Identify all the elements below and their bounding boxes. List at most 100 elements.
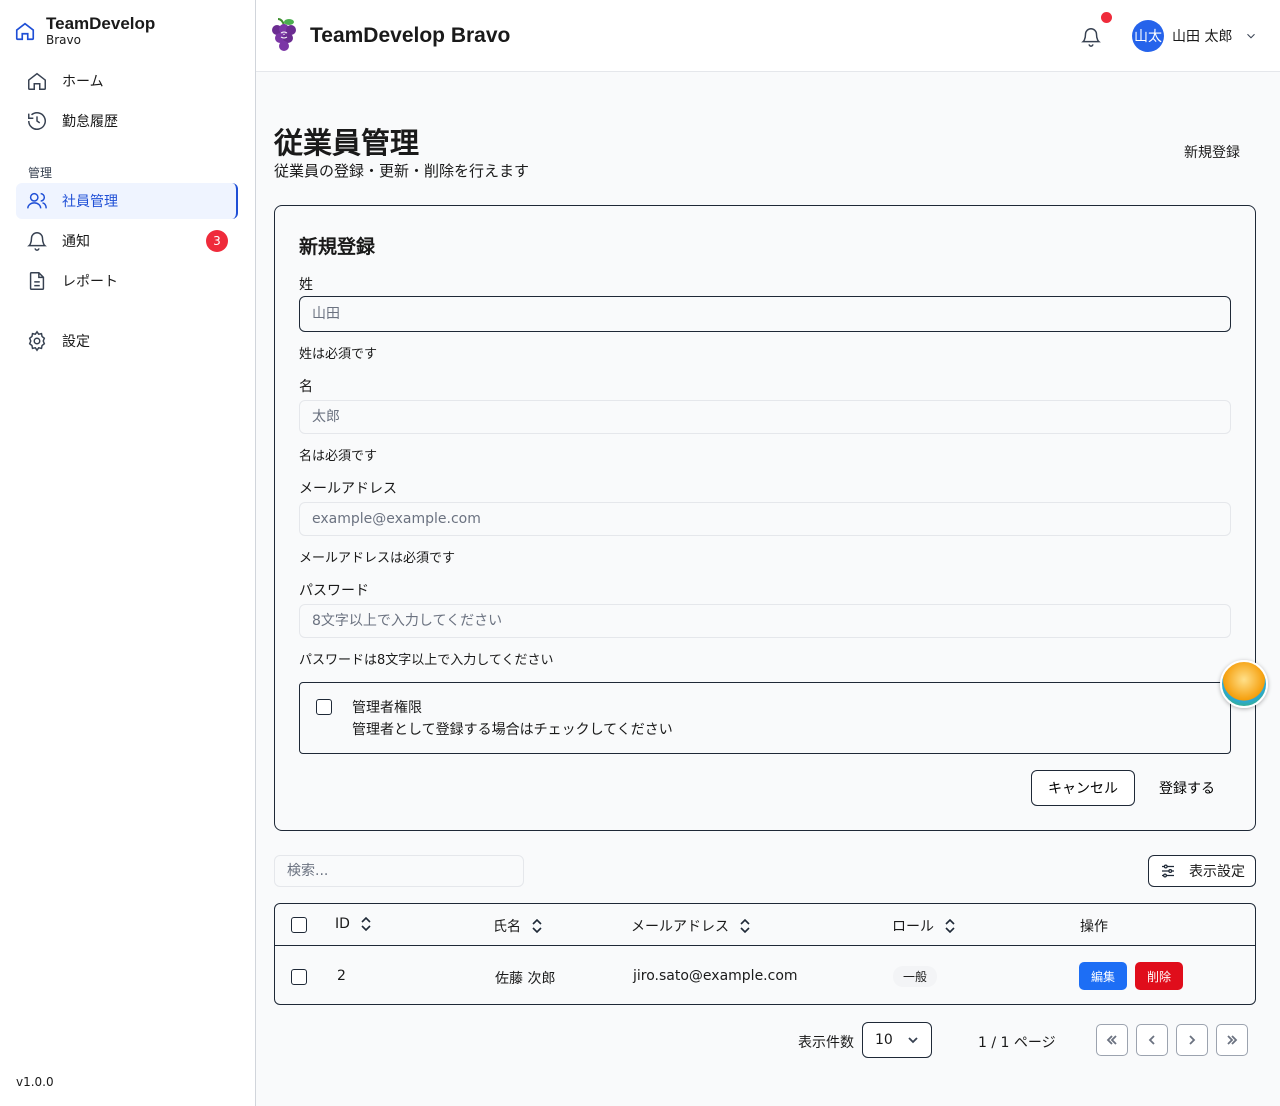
nav-section-label: 管理 xyxy=(28,166,53,180)
sort-icon xyxy=(532,919,542,933)
column-header-label: メールアドレス xyxy=(631,919,729,935)
home-icon xyxy=(15,22,35,41)
last-name-label: 姓 xyxy=(299,277,313,293)
admin-checkbox[interactable] xyxy=(316,699,332,715)
sidebar-item-home[interactable]: ホーム xyxy=(16,63,238,99)
delete-button[interactable]: 削除 xyxy=(1135,962,1183,990)
first-name-label: 名 xyxy=(299,379,313,395)
last-page-button[interactable] xyxy=(1216,1024,1248,1056)
sort-icon xyxy=(945,919,955,933)
role-badge: 一般 xyxy=(893,966,938,987)
sidebar-item-reports[interactable]: レポート xyxy=(16,263,238,299)
settings-nav: 設定 xyxy=(16,323,238,359)
admin-permission-box: 管理者権限 管理者として登録する場合はチェックしてください xyxy=(299,682,1231,754)
sliders-icon xyxy=(1162,864,1174,878)
column-header-label: ロール xyxy=(892,919,934,935)
column-header-label: 操作 xyxy=(1080,919,1108,935)
gear-icon xyxy=(28,330,46,352)
chevrons-right-icon xyxy=(1227,1035,1238,1045)
top-header: TeamDevelop Bravo 山太 山田 太郎 xyxy=(256,0,1280,72)
admin-permission-description: 管理者として登録する場合はチェックしてください xyxy=(352,722,673,738)
per-page-label: 表示件数 xyxy=(798,1035,854,1051)
sidebar-item-employees[interactable]: 社員管理 xyxy=(16,183,238,219)
cell-id: 2 xyxy=(337,968,346,984)
column-header-actions: 操作 xyxy=(1080,916,1108,936)
sidebar-item-label: 設定 xyxy=(62,334,90,350)
users-icon xyxy=(27,192,47,209)
edit-button[interactable]: 編集 xyxy=(1079,962,1127,990)
email-field[interactable] xyxy=(299,502,1231,536)
per-page-select[interactable]: 10 xyxy=(862,1022,932,1058)
first-page-button[interactable] xyxy=(1096,1024,1128,1056)
notification-count-badge: 3 xyxy=(206,230,228,252)
cancel-button[interactable]: キャンセル xyxy=(1031,770,1135,806)
sidebar-item-label: レポート xyxy=(62,274,118,290)
search-input[interactable] xyxy=(274,855,524,887)
sidebar-item-label: ホーム xyxy=(62,74,104,90)
first-name-field[interactable] xyxy=(299,400,1231,434)
avatar: 山太 xyxy=(1132,20,1164,52)
sort-icon xyxy=(361,917,371,931)
row-checkbox[interactable] xyxy=(291,969,307,985)
user-menu[interactable]: 山太 山田 太郎 xyxy=(1132,20,1258,52)
column-header-name[interactable]: 氏名 xyxy=(493,916,543,936)
main-nav: ホーム 勤怠履歴 xyxy=(16,63,238,139)
sidebar-item-label: 通知 xyxy=(62,234,90,250)
email-error: メールアドレスは必須です xyxy=(299,551,456,566)
view-settings-button[interactable]: 表示設定 xyxy=(1148,855,1256,887)
brand[interactable]: TeamDevelop Bravo xyxy=(14,14,155,47)
history-icon xyxy=(28,112,46,130)
floating-assistant-icon[interactable] xyxy=(1220,660,1268,708)
sidebar-item-label: 社員管理 xyxy=(62,194,118,210)
column-header-role[interactable]: ロール xyxy=(892,916,956,936)
table-row: 2 佐藤 次郎 jiro.sato@example.com 一般 編集 削除 xyxy=(275,946,1255,1006)
header-title: TeamDevelop Bravo xyxy=(310,24,511,47)
column-header-label: 氏名 xyxy=(493,919,521,935)
chevron-right-icon xyxy=(1189,1035,1196,1045)
sidebar-item-label: 勤怠履歴 xyxy=(62,114,118,130)
select-all-checkbox[interactable] xyxy=(291,917,307,933)
sidebar-item-notifications[interactable]: 通知 3 xyxy=(16,223,238,259)
bell-icon xyxy=(1081,28,1101,47)
page-subtitle: 従業員の登録・更新・削除を行えます xyxy=(274,162,530,180)
new-registration-button[interactable]: 新規登録 xyxy=(1172,136,1252,168)
app-version: v1.0.0 xyxy=(16,1075,54,1089)
sidebar: TeamDevelop Bravo ホーム 勤怠履歴 管理 社員管理 通知 3 … xyxy=(0,0,256,1106)
chevron-down-icon xyxy=(1247,33,1256,39)
column-header-email[interactable]: メールアドレス xyxy=(631,916,751,936)
email-label: メールアドレス xyxy=(299,481,397,497)
cell-name: 佐藤 次郎 xyxy=(495,971,556,987)
admin-nav: 社員管理 通知 3 レポート xyxy=(16,183,238,299)
brand-subtitle: Bravo xyxy=(46,33,81,47)
registration-form: 新規登録 姓 姓は必須です 名 名は必須です メールアドレス メールアドレスは必… xyxy=(274,205,1256,831)
cell-email: jiro.sato@example.com xyxy=(633,968,798,984)
view-settings-label: 表示設定 xyxy=(1189,864,1245,880)
sidebar-item-attendance-history[interactable]: 勤怠履歴 xyxy=(16,103,238,139)
column-header-id[interactable]: ID xyxy=(335,916,372,932)
sidebar-item-settings[interactable]: 設定 xyxy=(16,323,238,359)
password-label: パスワード xyxy=(299,583,369,599)
first-name-error: 名は必須です xyxy=(299,449,378,464)
grape-logo-icon xyxy=(272,18,296,51)
page-title: 従業員管理 xyxy=(274,126,420,160)
prev-page-button[interactable] xyxy=(1136,1024,1168,1056)
last-name-field[interactable] xyxy=(299,296,1231,332)
header-notification-button[interactable] xyxy=(1080,26,1102,48)
next-page-button[interactable] xyxy=(1176,1024,1208,1056)
chevron-left-icon xyxy=(1148,1035,1155,1045)
per-page-value: 10 xyxy=(875,1032,893,1048)
employee-table: ID 氏名 メールアドレス ロール 操作 2 佐藤 次郎 jiro.sato@e… xyxy=(274,903,1256,1005)
last-name-error: 姓は必須です xyxy=(299,347,378,362)
submit-button[interactable]: 登録する xyxy=(1147,770,1227,806)
password-error: パスワードは8文字以上で入力してください xyxy=(299,653,554,668)
chevron-down-icon xyxy=(908,1037,918,1044)
brand-title: TeamDevelop xyxy=(46,14,156,33)
chevrons-left-icon xyxy=(1106,1035,1117,1045)
admin-permission-title: 管理者権限 xyxy=(352,700,422,716)
home-icon xyxy=(28,72,46,90)
column-header-label: ID xyxy=(335,916,350,932)
sort-icon xyxy=(740,919,750,933)
bell-icon xyxy=(27,232,47,251)
table-header: ID 氏名 メールアドレス ロール 操作 xyxy=(275,904,1255,946)
password-field[interactable] xyxy=(299,604,1231,638)
